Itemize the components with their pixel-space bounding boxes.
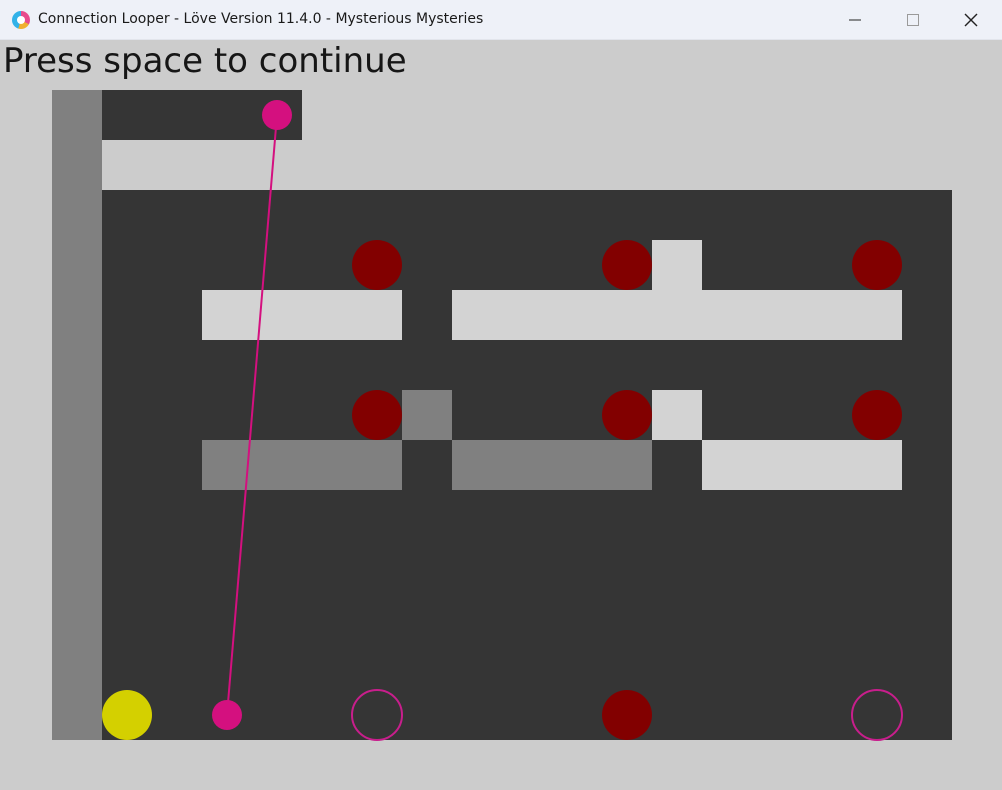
minimize-button[interactable] xyxy=(826,0,884,40)
wall-left-column xyxy=(52,90,102,740)
maximize-icon xyxy=(907,14,919,26)
continue-prompt: Press space to continue xyxy=(3,41,407,81)
maximize-button[interactable] xyxy=(884,0,942,40)
platform-lower-left xyxy=(202,440,402,490)
app-window: Connection Looper - Löve Version 11.4.0 … xyxy=(0,0,1002,790)
connector-end-bottom xyxy=(212,700,242,730)
block-lower-mid xyxy=(402,390,452,440)
block-lower-light xyxy=(652,390,702,440)
platform-lower-center xyxy=(452,440,652,490)
goal-disc xyxy=(852,390,902,440)
game-board xyxy=(52,90,952,741)
goal-disc xyxy=(602,690,652,740)
platform-upper-right xyxy=(452,290,902,340)
platform-upper-left xyxy=(202,290,402,340)
goal-disc xyxy=(352,240,402,290)
wall-light-strip xyxy=(102,140,952,190)
block-upper-light xyxy=(652,240,702,290)
goal-disc xyxy=(352,390,402,440)
player-ball xyxy=(102,690,152,740)
platform-lower-right xyxy=(702,440,902,490)
close-icon xyxy=(964,13,978,27)
love-heart-icon xyxy=(12,11,30,29)
goal-disc xyxy=(602,390,652,440)
window-title: Connection Looper - Löve Version 11.4.0 … xyxy=(38,11,484,27)
close-button[interactable] xyxy=(942,0,1000,40)
goal-disc xyxy=(602,240,652,290)
game-canvas[interactable]: Press space to continue xyxy=(0,40,1002,790)
minimize-icon xyxy=(849,19,861,21)
title-bar[interactable]: Connection Looper - Löve Version 11.4.0 … xyxy=(0,0,1002,40)
connector-end-top xyxy=(262,100,292,130)
goal-disc xyxy=(852,240,902,290)
